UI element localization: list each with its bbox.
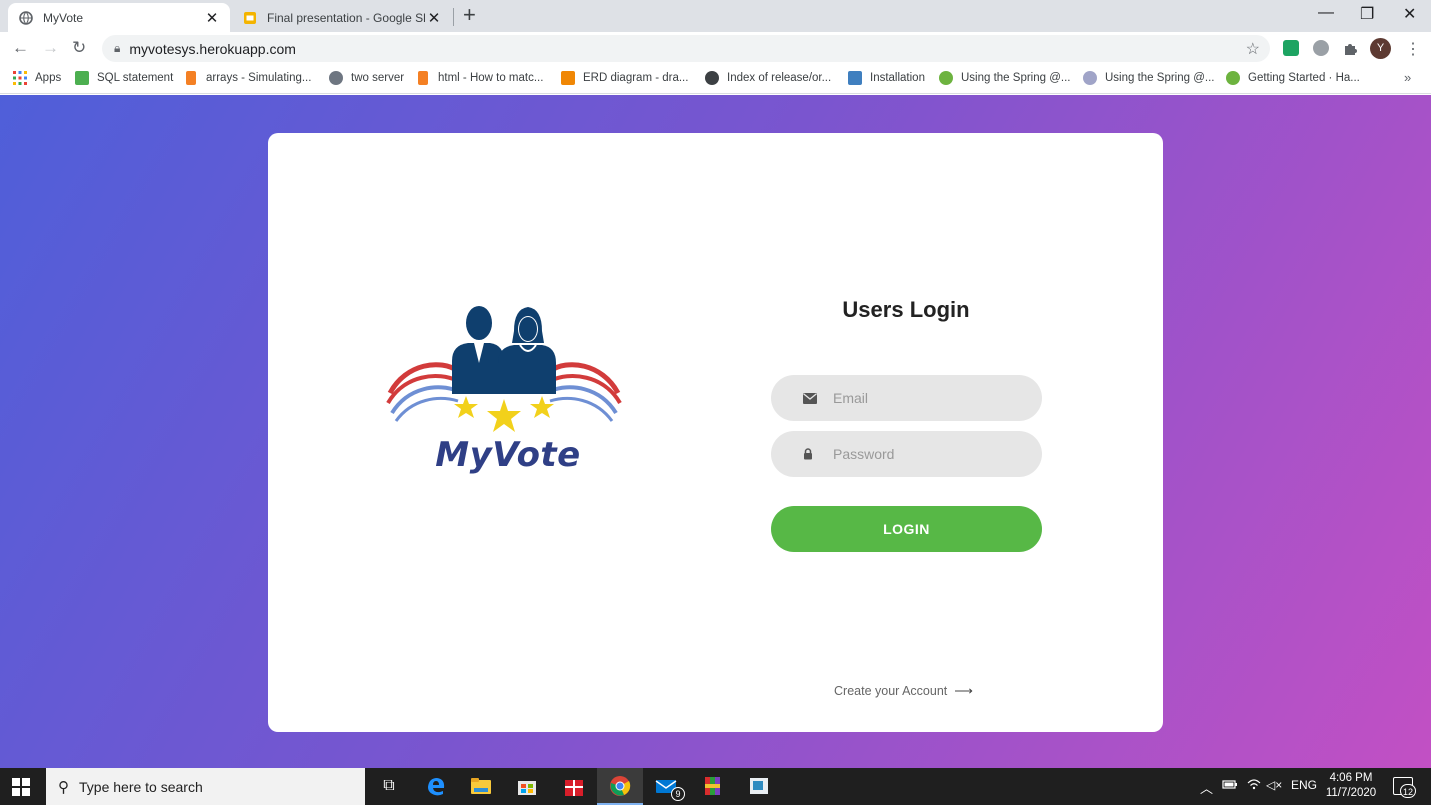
bookmark-star-icon[interactable]: ☆ <box>1246 39 1260 59</box>
windows-taskbar: ⚲ Type here to search ⧉ 9 ︿ ◁× ENG 4:06 … <box>0 768 1431 805</box>
envelope-icon <box>803 392 817 404</box>
globe-icon <box>18 10 34 26</box>
restore-icon[interactable]: ❐ <box>1360 4 1374 24</box>
bookmark-installation[interactable]: Installation <box>848 71 925 85</box>
github-icon <box>329 71 343 85</box>
bookmark-apps[interactable]: Apps <box>13 71 61 85</box>
browser-toolbar: ← → ↻ 🔒︎ myvotesys.herokuapp.com ☆ Y ⋮ <box>0 32 1431 64</box>
tab-title: MyVote <box>43 10 84 25</box>
store-icon[interactable] <box>516 775 538 797</box>
myvote-logo-text: MyVote <box>435 435 581 475</box>
edge-icon[interactable] <box>425 775 447 797</box>
lock-icon <box>803 448 817 460</box>
close-tab-icon[interactable]: ✕ <box>426 9 442 27</box>
search-icon: ⚲ <box>58 778 69 796</box>
create-account-label: Create your Account <box>834 684 948 698</box>
bookmark-html-how-to-match[interactable]: html - How to matc... <box>418 71 543 85</box>
bookmark-two-server[interactable]: two server <box>329 71 404 85</box>
bookmark-index-of-release[interactable]: Index of release/or... <box>705 71 831 85</box>
language-indicator[interactable]: ENG <box>1291 778 1317 792</box>
bookmark-erd-diagram[interactable]: ERD diagram - dra... <box>561 71 688 85</box>
bookmark-label: ERD diagram - dra... <box>583 72 689 84</box>
forward-icon[interactable]: → <box>42 38 59 58</box>
spring-icon <box>1226 71 1240 85</box>
baeldung-icon <box>1083 71 1097 85</box>
clock-date: 11/7/2020 <box>1325 787 1377 799</box>
globe-icon <box>705 71 719 85</box>
extension-green-icon[interactable] <box>1283 40 1299 56</box>
login-button[interactable]: LOGIN <box>771 506 1042 552</box>
bookmark-label: Getting Started · Ha... <box>1248 72 1360 84</box>
profile-avatar[interactable]: Y <box>1370 38 1391 59</box>
address-bar[interactable]: 🔒︎ myvotesys.herokuapp.com ☆ <box>102 35 1270 62</box>
tab-myvote[interactable]: MyVote ✕ <box>8 3 230 32</box>
winrar-icon[interactable] <box>702 775 724 797</box>
bookmark-label: Using the Spring @... <box>961 72 1071 84</box>
gift-app-icon[interactable] <box>563 775 585 797</box>
new-tab-icon[interactable]: + <box>463 4 476 26</box>
lock-icon: 🔒︎ <box>114 41 121 55</box>
tab-title: Final presentation - Google Slides <box>267 10 426 25</box>
puzzle-extensions-icon[interactable] <box>1343 41 1359 57</box>
bookmark-using-spring-1[interactable]: Using the Spring @... <box>939 71 1070 85</box>
extension-gear-icon[interactable] <box>1313 40 1329 56</box>
page-background: MyVote Users Login LOGIN Create your Acc… <box>0 95 1431 768</box>
bookmark-label: Apps <box>35 72 62 84</box>
bookmark-label: Index of release/or... <box>727 72 832 84</box>
google-slides-icon <box>242 10 258 26</box>
stackoverflow-icon <box>186 71 196 85</box>
more-bookmarks-icon[interactable]: » <box>1404 70 1411 85</box>
browser-tab-strip: MyVote ✕ Final presentation - Google Sli… <box>0 0 1431 32</box>
tab-final-presentation[interactable]: Final presentation - Google Slides ✕ <box>232 3 452 32</box>
reload-icon[interactable]: ↻ <box>72 38 86 58</box>
volume-muted-icon[interactable]: ◁× <box>1266 778 1282 792</box>
bookmark-label: two server <box>351 72 405 84</box>
clock-time: 4:06 PM <box>1329 772 1373 784</box>
spring-icon <box>939 71 953 85</box>
minimize-icon[interactable]: — <box>1318 4 1334 22</box>
windows-start-icon[interactable] <box>12 778 30 796</box>
bookmark-label: Using the Spring @... <box>1105 72 1215 84</box>
bookmark-arrays-simulating[interactable]: arrays - Simulating... <box>186 71 311 85</box>
installation-icon <box>848 71 862 85</box>
password-field[interactable] <box>771 431 1042 477</box>
bookmark-sql-statement[interactable]: SQL statement <box>75 71 173 85</box>
back-icon[interactable]: ← <box>12 38 29 58</box>
close-tab-icon[interactable]: ✕ <box>204 9 220 27</box>
bookmark-label: Installation <box>870 72 925 84</box>
taskbar-search-placeholder: Type here to search <box>79 778 203 795</box>
login-title: Users Login <box>842 297 970 322</box>
address-url: myvotesys.herokuapp.com <box>129 40 296 57</box>
bookmark-label: html - How to matc... <box>438 72 544 84</box>
wifi-icon[interactable] <box>1246 778 1262 793</box>
task-view-icon[interactable]: ⧉ <box>378 775 400 797</box>
drawio-icon <box>561 71 575 85</box>
bookmark-using-spring-2[interactable]: Using the Spring @... <box>1083 71 1214 85</box>
bookmark-getting-started[interactable]: Getting Started · Ha... <box>1226 71 1360 85</box>
mail-badge: 9 <box>671 787 685 801</box>
taskbar-clock[interactable]: 4:06 PM 11/7/2020 <box>1316 771 1386 801</box>
create-account-link[interactable]: Create your Account ⟶ <box>834 683 973 699</box>
email-input[interactable] <box>833 390 1023 406</box>
apps-grid-icon <box>13 71 27 85</box>
bookmark-label: SQL statement <box>97 72 174 84</box>
w3schools-icon <box>75 71 89 85</box>
password-input[interactable] <box>833 446 1023 462</box>
login-card: MyVote Users Login LOGIN Create your Acc… <box>268 133 1163 732</box>
arrow-right-icon: ⟶ <box>954 683 973 698</box>
photos-app-icon[interactable] <box>748 775 770 797</box>
menu-kebab-icon[interactable]: ⋮ <box>1405 39 1421 59</box>
chrome-icon[interactable] <box>609 775 631 797</box>
close-window-icon[interactable]: ✕ <box>1403 4 1416 24</box>
tab-separator <box>453 8 454 26</box>
file-explorer-icon[interactable] <box>470 775 492 797</box>
taskbar-search[interactable]: ⚲ Type here to search <box>46 768 365 805</box>
notification-count-badge: 12 <box>1400 784 1416 798</box>
email-field[interactable] <box>771 375 1042 421</box>
show-hidden-icons[interactable]: ︿ <box>1200 778 1213 797</box>
stackoverflow-icon <box>418 71 428 85</box>
battery-icon[interactable] <box>1222 778 1238 793</box>
bookmark-label: arrays - Simulating... <box>206 72 312 84</box>
bookmarks-bar: Apps SQL statement arrays - Simulating..… <box>0 64 1431 94</box>
